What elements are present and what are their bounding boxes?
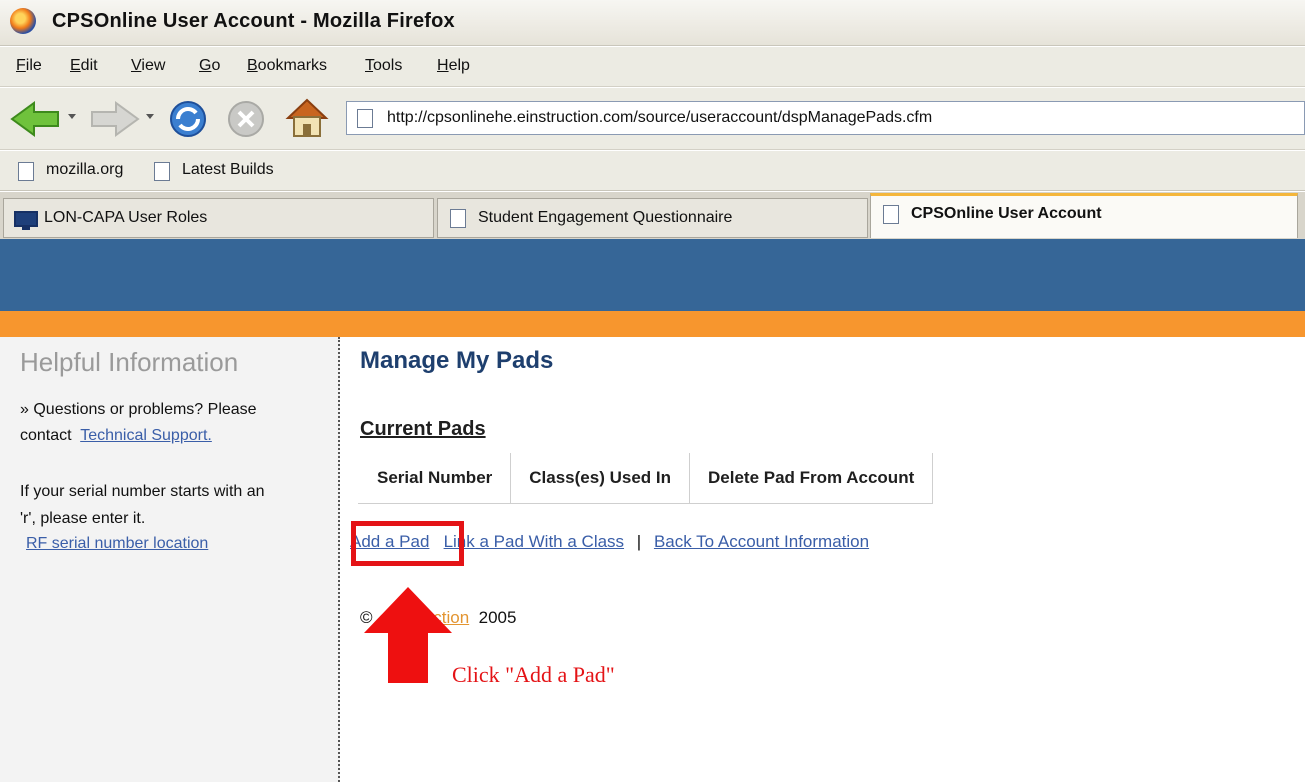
menu-tools[interactable]: Tools (365, 57, 402, 75)
back-icon[interactable] (10, 100, 62, 138)
sidebar-contact-line: contact Technical Support. (20, 427, 212, 444)
tab-lon-capa[interactable]: LON-CAPA User Roles (3, 198, 434, 238)
menu-go[interactable]: Go (199, 57, 220, 75)
back-to-account-link[interactable]: Back To Account Information (654, 532, 869, 551)
table-header-row: Serial Number Class(es) Used In Delete P… (357, 453, 934, 504)
instruction-callout: Click "Add a Pad" (452, 662, 615, 687)
home-icon[interactable] (284, 96, 330, 140)
sidebar-serial-text: If your serial number starts with an (20, 483, 265, 500)
column-classes-used-in: Class(es) Used In (510, 453, 690, 504)
red-arrow-icon (364, 587, 452, 683)
menu-bar: File Edit View Go Bookmarks Tools Help (0, 47, 1305, 87)
page-icon (883, 205, 899, 224)
menu-view[interactable]: View (131, 57, 165, 75)
orange-stripe (0, 311, 1305, 337)
sidebar-serial-text-2: 'r', please enter it. (20, 510, 146, 527)
tab-cpsonline[interactable]: CPSOnline User Account (870, 193, 1298, 238)
page-icon (450, 209, 466, 228)
menu-edit[interactable]: Edit (70, 57, 98, 75)
tab-student-engagement[interactable]: Student Engagement Questionnaire (437, 198, 868, 238)
bookmarks-toolbar: mozilla.org Latest Builds (0, 151, 1305, 191)
forward-icon[interactable] (88, 100, 140, 138)
menu-file[interactable]: File (16, 57, 42, 75)
window-titlebar: CPSOnline User Account - Mozilla Firefox (0, 0, 1305, 46)
menu-help[interactable]: Help (437, 57, 470, 75)
address-bar[interactable]: http://cpsonlinehe.einstruction.com/sour… (346, 101, 1305, 135)
sidebar-rf-line: RF serial number location (26, 531, 208, 557)
firefox-icon (10, 8, 36, 34)
back-dropdown-icon[interactable] (68, 114, 76, 119)
sidebar-title: Helpful Information (20, 347, 239, 377)
rf-serial-location-link[interactable]: RF serial number location (26, 535, 208, 552)
monitor-icon (14, 211, 38, 230)
main-content: Manage My Pads Current Pads Serial Numbe… (342, 337, 1305, 782)
site-banner (0, 239, 1305, 311)
separator: | (636, 532, 642, 551)
helpful-information-sidebar: Helpful Information » Questions or probl… (0, 337, 340, 782)
bookmark-latest-builds[interactable]: Latest Builds (182, 161, 274, 179)
stop-icon[interactable] (226, 99, 266, 139)
bookmark-page-icon (154, 162, 170, 181)
bookmark-page-icon (18, 162, 34, 181)
sidebar-questions-text: » Questions or problems? Please (20, 401, 257, 418)
reload-icon[interactable] (166, 98, 210, 140)
current-pads-heading: Current Pads (360, 418, 486, 440)
pads-table: Serial Number Class(es) Used In Delete P… (357, 453, 934, 504)
url-text[interactable]: http://cpsonlinehe.einstruction.com/sour… (387, 109, 932, 127)
tab-bar: LON-CAPA User Roles Student Engagement Q… (0, 192, 1305, 239)
page-icon (357, 109, 373, 128)
forward-dropdown-icon[interactable] (146, 114, 154, 119)
highlight-box (351, 521, 464, 566)
window-title: CPSOnline User Account - Mozilla Firefox (52, 10, 455, 32)
column-delete-pad: Delete Pad From Account (689, 453, 934, 504)
page-title: Manage My Pads (360, 347, 554, 374)
menu-bookmarks[interactable]: Bookmarks (247, 57, 327, 75)
technical-support-link[interactable]: Technical Support. (80, 427, 212, 444)
link-pad-with-class-link[interactable]: Link a Pad With a Class (444, 532, 624, 551)
column-serial-number: Serial Number (357, 453, 512, 504)
bookmark-mozilla[interactable]: mozilla.org (46, 161, 123, 179)
navigation-toolbar: http://cpsonlinehe.einstruction.com/sour… (0, 88, 1305, 150)
